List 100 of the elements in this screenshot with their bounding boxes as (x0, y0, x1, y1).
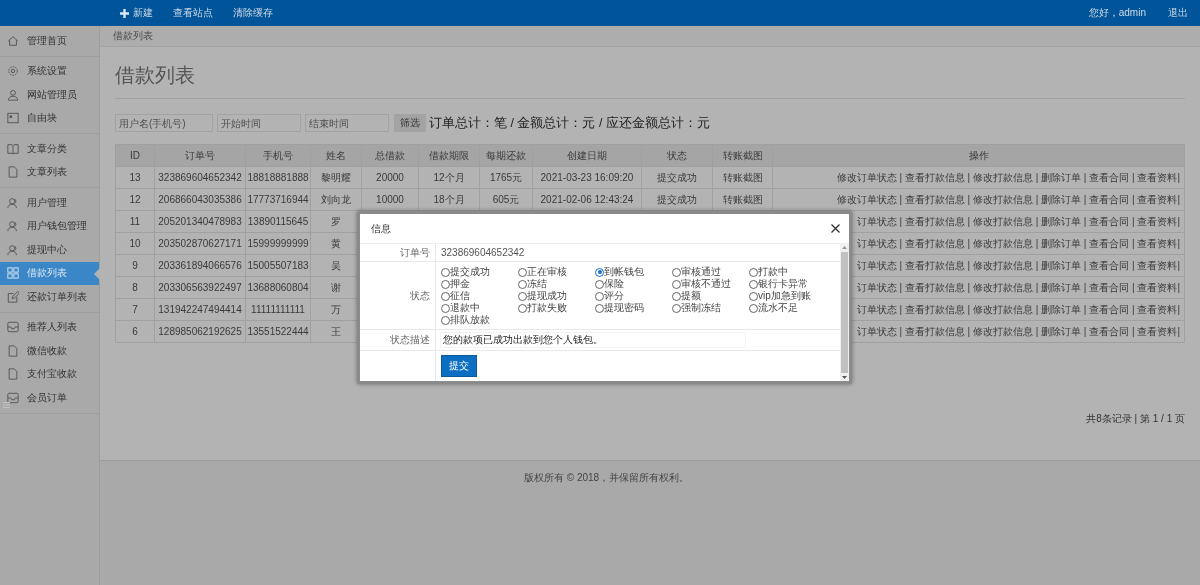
person-icon (7, 88, 19, 101)
radio-label[interactable]: 提现密码 (604, 301, 644, 315)
table-cell: 7 (115, 298, 155, 321)
document-icon (7, 368, 19, 381)
radio-label[interactable]: 打款中 (758, 265, 788, 279)
radio-label[interactable]: 押金 (450, 277, 470, 291)
sidebar-item[interactable]: 推荐人列表 (0, 315, 99, 339)
sidebar-item[interactable]: 系统设置 (0, 59, 99, 83)
field-label: 订单号 (400, 245, 430, 260)
table-cell: 8 (115, 276, 155, 299)
scroll-up-icon[interactable] (842, 246, 847, 249)
field-label: 状态 (410, 288, 430, 303)
page-title: 借款列表 (115, 64, 1185, 99)
action-links[interactable]: 订单状态 | 查看打款信息 | 修改打款信息 | 删除订单 | 查看合同 | 查看资料| (856, 303, 1180, 315)
radio-label[interactable]: 保险 (604, 277, 624, 291)
home-icon (7, 34, 19, 47)
table-cell: 1765元 (479, 166, 533, 189)
filter-button[interactable]: 筛选 (394, 114, 426, 132)
column-header: 总借款 (361, 144, 419, 167)
sidebar-item[interactable]: 管理首页 (0, 29, 99, 53)
radio-label[interactable]: 冻结 (527, 277, 547, 291)
frame-icon (7, 112, 19, 125)
table-cell: 6 (115, 320, 155, 343)
radio-label[interactable]: vip加急到账 (758, 289, 811, 303)
field-label: 状态描述 (390, 333, 430, 347)
sidebar-item[interactable]: 微信收款 (0, 339, 99, 363)
sidebar-item[interactable]: 借款列表 (0, 261, 99, 285)
radio-label[interactable]: 排队放款 (450, 313, 490, 327)
users-icon (7, 220, 19, 233)
logout-link[interactable]: 退出 (1168, 6, 1188, 20)
sidebar-item[interactable]: 提现中心 (0, 238, 99, 262)
header-link[interactable]: 清除缓存 (233, 6, 273, 20)
sidebar-item[interactable]: 文章分类 (0, 137, 99, 161)
radio-label[interactable]: 强制冻结 (681, 301, 721, 315)
table-cell: 13 (115, 166, 155, 189)
sidebar-item[interactable]: 会员订单 (0, 386, 99, 410)
sidebar-item[interactable]: 用户管理 (0, 191, 99, 215)
column-header: 订单号 (154, 144, 246, 167)
sidebar-item[interactable]: 用户钱包管理 (0, 214, 99, 238)
header-link[interactable]: 新建 (120, 6, 153, 20)
table-cell: 206866043035386 (154, 188, 246, 211)
radio-label[interactable]: 审核不通过 (681, 277, 731, 291)
plus-icon (120, 8, 129, 18)
input-field[interactable]: 开始时间 (217, 114, 301, 132)
radio-label[interactable]: 提交成功 (450, 265, 490, 279)
table-cell: 17773716944 (245, 188, 311, 211)
column-header: 姓名 (310, 144, 362, 167)
sidebar-item[interactable]: 文章列表 (0, 160, 99, 184)
radio-label[interactable]: 流水不足 (758, 301, 798, 315)
tray-icon (7, 391, 19, 404)
scroll-down-icon[interactable] (842, 376, 847, 379)
pagination-text: 共8条记录 | 第 1 / 1 页 (1086, 413, 1185, 424)
submit-button[interactable]: 提交 (441, 355, 477, 377)
radio-label[interactable]: 退款中 (450, 301, 480, 315)
summary-text: 订单总计：笔 / 金额总计：元 / 应还金额总计：元 (429, 114, 710, 132)
radio-label[interactable]: 打款失败 (527, 301, 567, 315)
settings-icon (7, 65, 19, 78)
sidebar-item[interactable]: 自由块 (0, 106, 99, 130)
table-cell: 18个月 (418, 188, 480, 211)
table-cell: 11 (115, 210, 155, 233)
table-cell: 刘向龙 (310, 188, 362, 211)
action-links[interactable]: 订单状态 | 查看打款信息 | 修改打款信息 | 删除订单 | 查看合同 | 查看资料| (856, 281, 1180, 293)
document-icon (7, 344, 19, 357)
radio-label[interactable]: 正在审核 (527, 265, 567, 279)
column-header: 转账截图 (712, 144, 773, 167)
table-cell: 13551522444 (245, 320, 311, 343)
column-header: ID (115, 144, 155, 167)
input-field[interactable]: 结束时间 (305, 114, 389, 132)
table-cell: 605元 (479, 188, 533, 211)
sidebar-item[interactable]: 支付宝收款 (0, 362, 99, 386)
radio-label[interactable]: 提额 (681, 289, 701, 303)
radio-label[interactable]: 征信 (450, 289, 470, 303)
column-header: 手机号 (245, 144, 311, 167)
radio-label[interactable]: 到帐钱包 (604, 265, 644, 279)
table-cell: 323869604652342 (154, 166, 246, 189)
order-number: 323869604652342 (441, 247, 525, 258)
scrollbar[interactable] (840, 244, 849, 381)
input-field[interactable]: 您的款项已成功出款到您个人钱包。 (441, 333, 745, 347)
radio-label[interactable]: 提现成功 (527, 289, 567, 303)
table-cell: 11111111111 (245, 298, 311, 321)
column-header: 操作 (772, 144, 1185, 167)
table-cell: 203502870627171 (154, 232, 246, 255)
column-header: 创建日期 (532, 144, 642, 167)
close-icon[interactable] (831, 224, 840, 233)
table-cell: 203361894066576 (154, 254, 246, 277)
users-icon (7, 196, 19, 209)
radio-label[interactable]: 审核通过 (681, 265, 721, 279)
table-cell: 15999999999 (245, 232, 311, 255)
radio-label[interactable]: 评分 (604, 289, 624, 303)
table-cell: 2021-02-06 12:43:24 (532, 188, 642, 211)
sidebar-item[interactable]: 网站管理员 (0, 83, 99, 107)
table-cell: 13890115645 (245, 210, 311, 233)
document-icon (7, 166, 19, 179)
action-links[interactable]: 订单状态 | 查看打款信息 | 修改打款信息 | 删除订单 | 查看合同 | 查看资料| (856, 259, 1180, 271)
table-cell: 2021-03-23 16:09:20 (532, 166, 642, 189)
header-link[interactable]: 查看站点 (173, 6, 213, 20)
grid-icon (7, 267, 19, 280)
radio-label[interactable]: 银行卡异常 (758, 277, 808, 291)
sidebar-item[interactable]: 还款订单列表 (0, 285, 99, 309)
input-field[interactable]: 用户名(手机号) (115, 114, 213, 132)
